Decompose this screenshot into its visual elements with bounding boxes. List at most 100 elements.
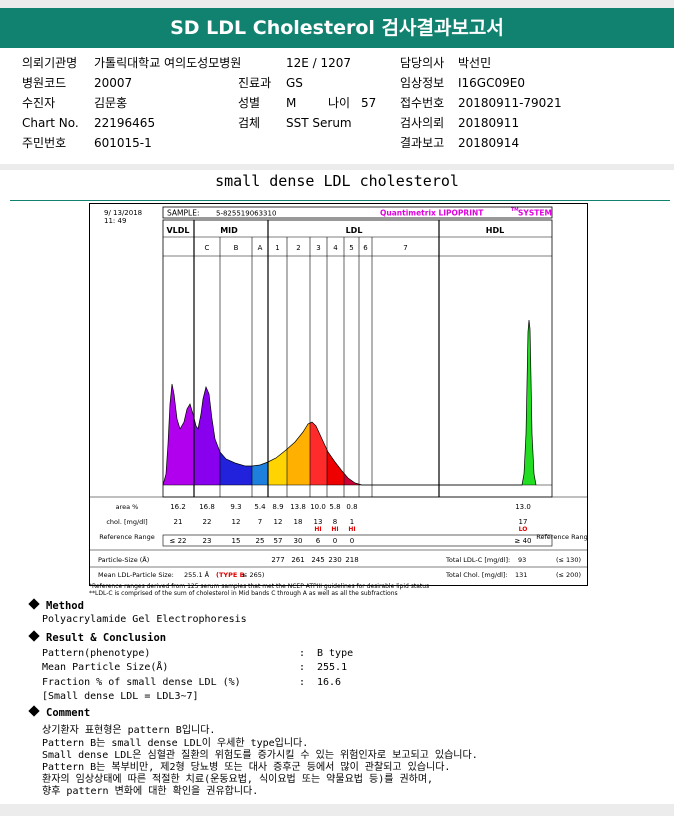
diamond-bullet-icon: [28, 630, 40, 642]
chart-time: 11: 49: [104, 217, 126, 225]
chol-value-1: 12: [274, 518, 283, 526]
area-value-hdl: 13.0: [515, 503, 531, 511]
curve-fill-vldl: [163, 384, 194, 485]
age-label: 나이: [328, 96, 351, 110]
doctor-value: 박선민: [458, 56, 492, 70]
curve-fill-1: [268, 449, 287, 485]
band-label-4: 4: [333, 244, 338, 252]
band-label-7: 7: [403, 244, 407, 252]
chart-date: 9/ 13/2018: [104, 209, 142, 217]
band-label-6: 6: [363, 244, 368, 252]
ref-value-b: 15: [232, 537, 241, 545]
method-text: Polyacrylamide Gel Electrophoresis: [42, 614, 247, 625]
ref-value-3: 6: [316, 537, 321, 545]
patient-value: 김문홍: [94, 96, 128, 110]
footnote-2: **LDL-C is comprised of the sum of chole…: [89, 590, 398, 597]
result-note: [Small dense LDL = LDL3~7]: [42, 691, 199, 702]
diamond-bullet-icon: [28, 705, 40, 717]
flag-3: HI: [314, 526, 321, 533]
ref-value-1: 57: [274, 537, 283, 545]
mean-ldl-size: 255.1 Å: [184, 570, 210, 579]
clinical-value: I16GC09E0: [458, 76, 525, 90]
particle-size-1: 277: [271, 556, 284, 564]
result-colon: :: [299, 648, 306, 659]
curve-fill-c: [194, 387, 220, 485]
band-label-c: C: [205, 244, 210, 252]
top-band: [0, 0, 674, 8]
ssn-label: 주민번호: [22, 136, 67, 150]
ref-value-c: 23: [203, 537, 212, 545]
row-label-ref: Reference Range: [99, 533, 154, 541]
brand-name: Quantimetrix LIPOPRINT: [380, 209, 484, 218]
curve-fill-b: [220, 452, 252, 485]
footnote-1: *Reference ranges derived from 125 serum…: [89, 583, 430, 590]
particle-size-4: 230: [328, 556, 341, 564]
method-section: Method: [28, 598, 84, 612]
chol-value-hdl: 17: [519, 518, 528, 526]
band-label-a: A: [258, 244, 263, 252]
area-value-2: 13.8: [290, 503, 306, 511]
age-value: 57: [361, 96, 377, 110]
dept-label: 진료과: [238, 76, 272, 90]
report-title: small dense LDL cholesterol: [215, 172, 459, 190]
area-value-1: 8.9: [272, 503, 283, 511]
band-label-1: 1: [275, 244, 279, 252]
result-label-pattern: Pattern(phenotype): [42, 648, 151, 659]
ref-value-vldl: ≤ 22: [170, 537, 187, 545]
result-colon: :: [299, 662, 306, 673]
total-chol-ref: (≤ 200): [556, 571, 581, 579]
curve-fill-hdl: [439, 320, 552, 485]
total-ldl-ref: (≤ 130): [556, 556, 581, 564]
report-date-label: 결과보고: [400, 136, 445, 150]
receipt-value: 20180911-79021: [458, 96, 562, 110]
chol-value-4: 8: [333, 518, 337, 526]
group-label-ldl: LDL: [346, 226, 363, 235]
total-ldl-value: 93: [518, 556, 526, 564]
specimen-label: 검체: [238, 116, 261, 130]
title-rule: [10, 200, 670, 201]
hosp-code-label: 병원코드: [22, 76, 67, 90]
result-label-fraction: Fraction % of small dense LDL (%): [42, 677, 241, 688]
ref-value-5: 0: [350, 537, 354, 545]
chol-value-vldl: 21: [174, 518, 183, 526]
chol-value-3: 13: [314, 518, 323, 526]
ref-value-4: 0: [333, 537, 337, 545]
flag-4: HI: [331, 526, 338, 533]
group-label-vldl: VLDL: [166, 226, 189, 235]
request-value: 20180911: [458, 116, 520, 130]
sample-value: 5-825519063310: [216, 210, 276, 218]
result-value-size: 255.1: [317, 662, 348, 673]
doctor-label: 담당의사: [400, 56, 445, 70]
area-value-vldl: 16.2: [170, 503, 186, 511]
chol-value-a: 7: [258, 518, 262, 526]
method-heading: Method: [46, 600, 84, 612]
group-label-mid: MID: [220, 226, 238, 235]
bands-layer: C B A 1 2 3 4 5 6 7: [205, 244, 408, 252]
chol-value-c: 22: [203, 518, 212, 526]
area-value-3: 10.0: [310, 503, 326, 511]
flag-5: HI: [348, 526, 355, 533]
total-chol-value: 131: [515, 571, 527, 579]
band-label-2: 2: [296, 244, 300, 252]
receipt-label: 접수번호: [400, 96, 445, 110]
lipoprint-chart: 9/ 13/2018 11: 49 SAMPLE: 5-825519063310…: [89, 203, 592, 586]
table-values-layer: 8.9125727713.8183026110.013HI62455.88HI0…: [170, 503, 532, 564]
ref-value-2: 30: [294, 537, 303, 545]
area-value-4: 5.8: [329, 503, 340, 511]
reference-range-box: [162, 534, 553, 547]
result-section: Result & Conclusion: [28, 630, 166, 644]
bottom-band: [0, 804, 674, 816]
diamond-bullet-icon: [28, 598, 40, 610]
ref-value-hdl: ≥ 40: [515, 537, 532, 545]
curve-fill-4: [327, 449, 344, 485]
request-label: 검사의뢰: [400, 116, 445, 130]
result-value-pattern: B type: [317, 648, 354, 659]
comment-line: 향후 pattern 변화에 대한 확인을 권유합니다.: [42, 786, 259, 797]
hospital-value: 가톨릭대학교 여의도성모병원: [94, 56, 242, 70]
area-value-a: 5.4: [254, 503, 266, 511]
comment-heading: Comment: [46, 707, 91, 719]
result-value-fraction: 16.6: [317, 677, 342, 688]
chol-value-2: 18: [294, 518, 303, 526]
chart-no-label: Chart No.: [22, 116, 79, 130]
hosp-code-value: 20007: [94, 76, 133, 90]
